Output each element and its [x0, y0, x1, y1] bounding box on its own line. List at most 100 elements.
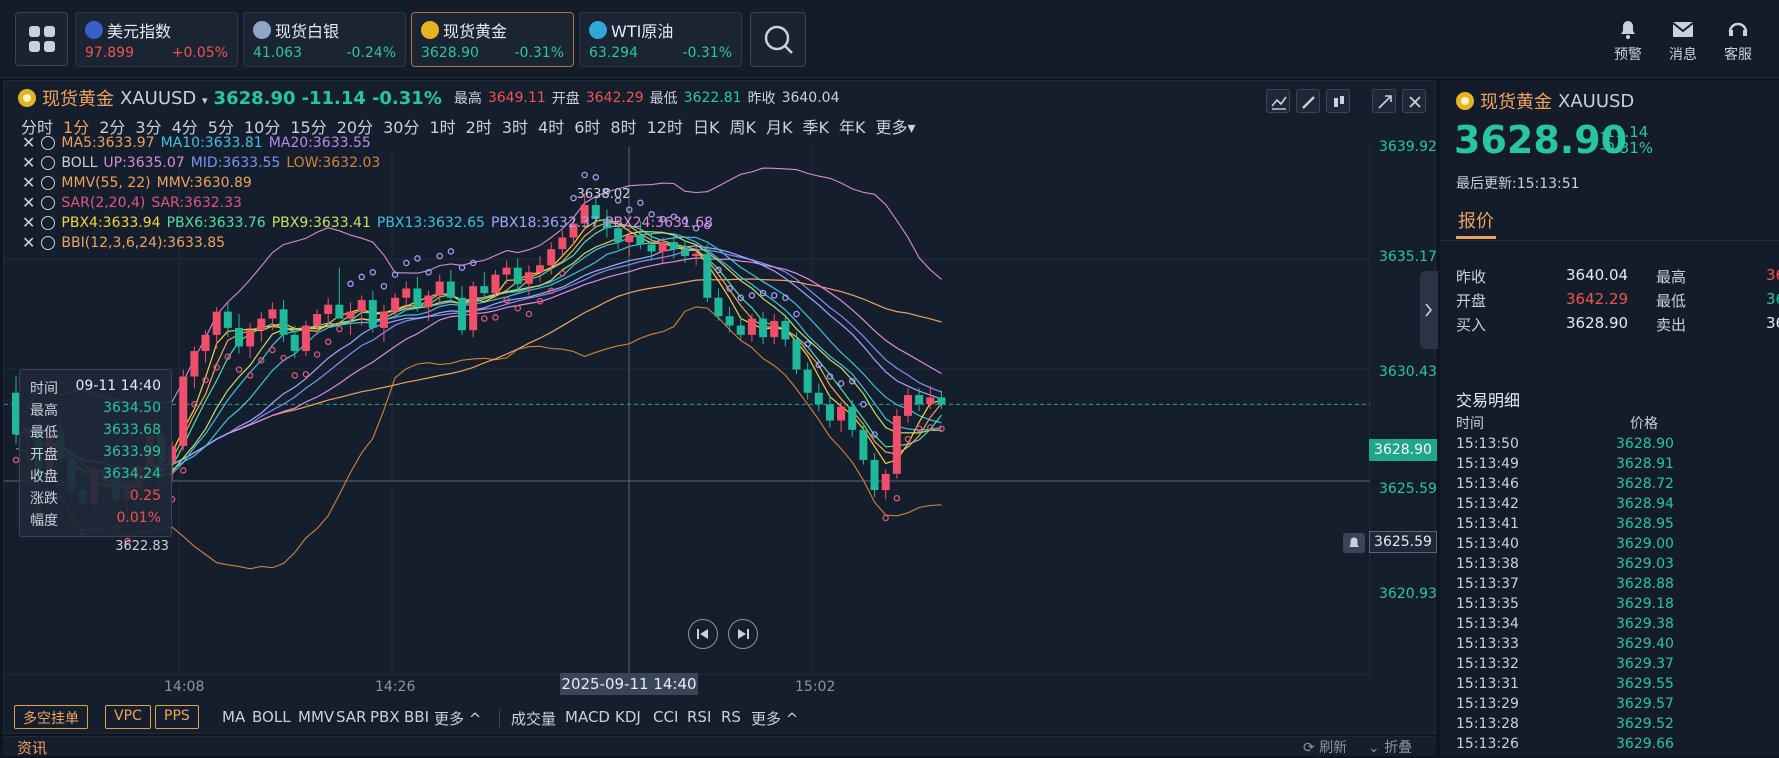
- candle-body: [647, 244, 656, 252]
- bottom-tag-button[interactable]: PPS: [155, 705, 199, 729]
- period-tab[interactable]: 季K: [802, 114, 829, 138]
- ticker-card[interactable]: 现货黄金 3628.90 -0.31%: [411, 12, 574, 67]
- indicator-settings-icon[interactable]: [41, 175, 56, 190]
- main-indicator-tab[interactable]: BBI: [404, 708, 429, 726]
- main-indicator-tab[interactable]: MMV: [298, 708, 334, 726]
- tool-mail[interactable]: 消息: [1661, 18, 1705, 64]
- candle-body: [212, 311, 221, 335]
- refresh-button[interactable]: ⟳ 刷新: [1303, 737, 1347, 757]
- candle-body: [814, 392, 823, 405]
- main-indicator-tab[interactable]: PBX: [370, 708, 400, 726]
- sub-indicator-tab[interactable]: 更多 ^: [751, 708, 798, 729]
- remove-indicator-icon[interactable]: ✕: [22, 133, 35, 152]
- period-tab[interactable]: 月K: [766, 114, 793, 138]
- us-flag-icon: [85, 21, 103, 39]
- tool-bell[interactable]: 预警: [1606, 18, 1650, 64]
- tooltip-value: 3633.99: [103, 444, 161, 460]
- trade-time: 15:13:28: [1456, 716, 1519, 732]
- tab-quote[interactable]: 报价: [1458, 207, 1494, 233]
- candle-body: [703, 253, 712, 298]
- sub-indicator-tab[interactable]: RS: [721, 708, 741, 726]
- next-candle-button[interactable]: [728, 619, 758, 649]
- y-tick-label: 3625.59: [1379, 481, 1437, 497]
- period-tab[interactable]: 周K: [729, 114, 756, 138]
- sub-indicator-tab[interactable]: RSI: [687, 708, 711, 726]
- sub-indicator-tab[interactable]: CCI: [653, 708, 678, 726]
- panel-expand-handle[interactable]: [1420, 271, 1438, 349]
- indicator-legend-row: ✕ MMV(55, 22) MMV:3630.89: [22, 173, 252, 192]
- candle-body: [692, 253, 701, 257]
- indicator-settings-button[interactable]: [1266, 89, 1290, 113]
- ticker-card[interactable]: 美元指数 97.899 +0.05%: [75, 12, 238, 67]
- collapse-button[interactable]: ⌄ 折叠: [1368, 737, 1412, 757]
- quote-value: 3628.90: [1566, 314, 1629, 332]
- sub-indicator-tab[interactable]: KDJ: [615, 708, 641, 726]
- indicator-settings-icon[interactable]: [41, 235, 56, 250]
- search-button[interactable]: [750, 12, 806, 67]
- close-chart-button[interactable]: [1402, 89, 1426, 113]
- tool-headset[interactable]: 客服: [1716, 18, 1760, 64]
- indicator-settings-icon[interactable]: [41, 195, 56, 210]
- period-tab[interactable]: 30分: [383, 114, 419, 138]
- period-tab[interactable]: 更多▾: [875, 114, 915, 138]
- annotation-high: 3638.02: [577, 187, 631, 202]
- price-alert-button[interactable]: [1343, 533, 1365, 553]
- period-tab[interactable]: 6时: [574, 114, 600, 138]
- apps-grid-button[interactable]: [15, 12, 68, 66]
- change-value: -11.14: [301, 87, 366, 109]
- remove-indicator-icon[interactable]: ✕: [22, 233, 35, 252]
- tooltip-row: 最高 3634.50: [30, 400, 161, 420]
- apps-grid-icon: [29, 26, 40, 37]
- main-indicator-tab[interactable]: SAR: [336, 708, 366, 726]
- change-percent: -0.31%: [371, 87, 442, 109]
- sub-indicator-tab[interactable]: 成交量: [511, 708, 556, 729]
- indicator-value: SAR:3632.33: [151, 194, 242, 211]
- period-tab[interactable]: 4时: [538, 114, 564, 138]
- main-indicator-tab[interactable]: MA: [222, 708, 245, 726]
- gold-coin-icon: [18, 89, 36, 107]
- period-tab[interactable]: 2时: [466, 114, 492, 138]
- period-tab[interactable]: 年K: [839, 114, 866, 138]
- last-update-time: 最后更新:15:13:51: [1456, 176, 1580, 192]
- bottom-tag-button[interactable]: 多空挂单: [14, 705, 88, 729]
- fullscreen-button[interactable]: [1372, 89, 1396, 113]
- prev-candle-button[interactable]: [688, 619, 718, 649]
- symbol-name: 现货黄金: [42, 89, 114, 110]
- indicator-legend-row: ✕ BBI(12,3,6,24):3633.85: [22, 233, 225, 252]
- period-tab[interactable]: 8时: [610, 114, 636, 138]
- remove-indicator-icon[interactable]: ✕: [22, 213, 35, 232]
- sub-indicator-tab[interactable]: MACD: [565, 708, 610, 726]
- main-indicator-tab[interactable]: BOLL: [252, 708, 291, 726]
- candle-body: [658, 242, 667, 252]
- y-tick-label: 3635.17: [1379, 249, 1437, 265]
- remove-indicator-icon[interactable]: ✕: [22, 193, 35, 212]
- candle-body: [223, 311, 232, 328]
- quote-value: 3622.81: [1766, 290, 1779, 308]
- sar-dot: [793, 310, 800, 318]
- gold-coin-icon: [1456, 92, 1474, 110]
- candle-body: [424, 295, 433, 308]
- sar-dot: [837, 380, 845, 387]
- period-tab[interactable]: 日K: [693, 114, 720, 138]
- period-tab[interactable]: 3时: [502, 114, 528, 138]
- indicator-settings-icon[interactable]: [41, 135, 56, 150]
- x-cursor-label: 2025-09-11 14:40: [560, 673, 698, 695]
- indicator-settings-icon[interactable]: [41, 155, 56, 170]
- period-tab[interactable]: 12时: [647, 114, 683, 138]
- remove-indicator-icon[interactable]: ✕: [22, 153, 35, 172]
- tab-quote-underline: [1456, 236, 1496, 239]
- indicator-settings-icon[interactable]: [41, 215, 56, 230]
- period-tab[interactable]: 1时: [429, 114, 455, 138]
- indicator-value: PBX24:3631.68: [605, 214, 714, 231]
- main-indicator-tab[interactable]: 更多 ^: [434, 708, 481, 729]
- symbol-code-dropdown[interactable]: XAUUSD ▾: [120, 88, 208, 109]
- candle-style-button[interactable]: [1326, 89, 1350, 113]
- x-tick-label: 14:26: [375, 679, 416, 695]
- ticker-card[interactable]: 现货白银 41.063 -0.24%: [243, 12, 406, 67]
- bottom-tag-button[interactable]: VPC: [105, 705, 151, 729]
- candle-body: [547, 249, 556, 266]
- draw-tool-button[interactable]: [1296, 89, 1320, 113]
- indicator-legend-row: ✕ PBX4:3633.94 PBX6:3633.76 PBX9:3633.41 PBX…: [22, 213, 713, 232]
- ticker-card[interactable]: WTI原油 63.294 -0.31%: [579, 12, 742, 67]
- remove-indicator-icon[interactable]: ✕: [22, 173, 35, 192]
